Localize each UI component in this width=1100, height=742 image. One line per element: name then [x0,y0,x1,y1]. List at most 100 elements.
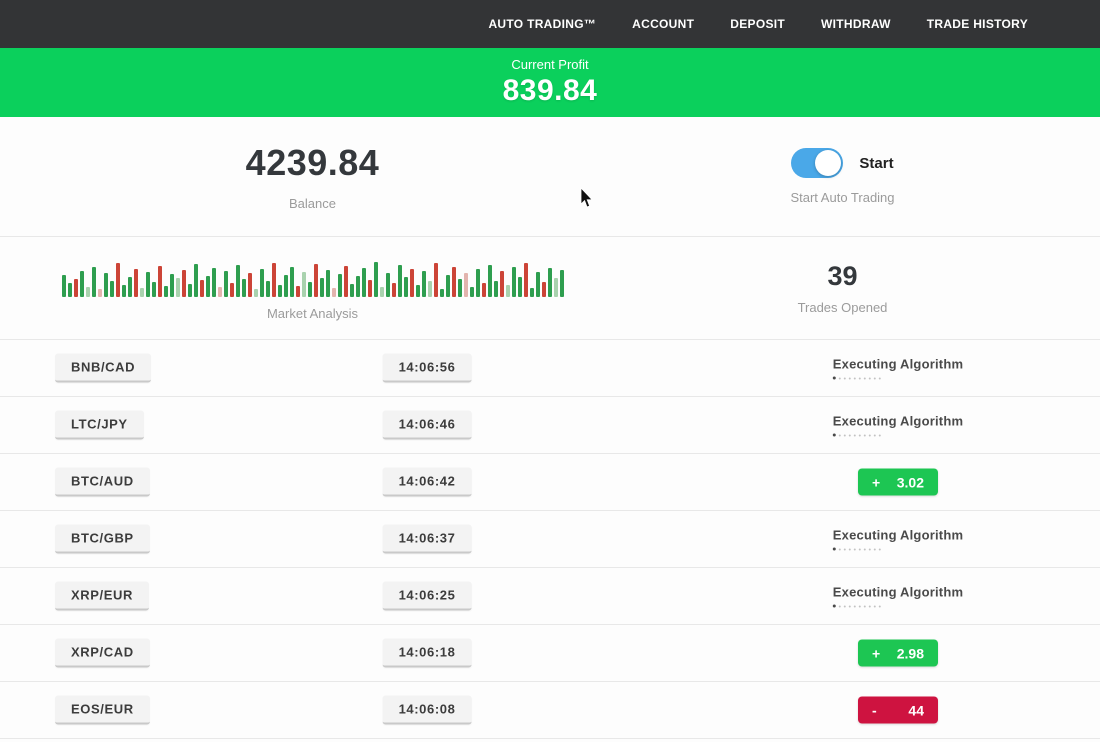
trade-time-pill: 14:06:37 [383,525,472,554]
progress-dots-icon [833,434,963,437]
nav-item-auto-trading[interactable]: AUTO TRADING™ [488,17,596,31]
dot [833,548,836,551]
market-bar [344,266,348,297]
trade-pair-pill: BNB/CAD [55,354,151,383]
trade-status: Executing Algorithm [833,357,963,380]
market-bar [452,267,456,297]
market-bar [446,275,450,297]
market-bar [152,282,156,297]
market-bar [302,272,306,297]
market-bar [164,286,168,297]
executing-algorithm-label: Executing Algorithm [833,414,963,429]
market-bar [362,268,366,297]
market-bar [86,287,90,297]
market-bar [458,279,462,297]
profit-banner-value: 839.84 [503,74,598,108]
trade-result-badge: + 2.98 [858,640,938,667]
trade-row: BNB/CAD 14:06:56 Executing Algorithm [0,340,1100,397]
market-bar [512,267,516,297]
market-bar [218,287,222,297]
toggle-caption: Start Auto Trading [790,190,894,205]
market-bar [422,271,426,297]
market-bar [92,267,96,297]
market-bar [386,273,390,297]
trades-opened-value: 39 [827,261,857,292]
market-analysis-label: Market Analysis [267,306,358,321]
market-bar [248,273,252,297]
market-bar [62,275,66,297]
trade-status: Executing Algorithm [833,528,963,551]
dot [854,605,856,607]
auto-trading-block: Start Start Auto Trading [585,117,1100,236]
trade-status: Executing Algorithm [833,585,963,608]
trade-pair-pill: EOS/EUR [55,696,150,725]
market-bar [188,284,192,297]
trade-status: Executing Algorithm [833,414,963,437]
trade-row: EOS/EUR 14:06:08 - 44 [0,682,1100,739]
balance-value: 4239.84 [246,142,380,184]
nav-item-withdraw[interactable]: WITHDRAW [821,17,891,31]
trade-time-pill: 14:06:18 [383,639,472,668]
dot [839,434,841,436]
market-bar [230,283,234,297]
dot [854,548,856,550]
auto-trading-toggle[interactable] [791,148,843,178]
nav-item-trade-history[interactable]: TRADE HISTORY [927,17,1028,31]
trade-result-value: 44 [908,702,924,718]
dot [833,434,836,437]
dot [844,605,846,607]
market-bar [470,287,474,297]
market-bar [284,275,288,297]
market-bar [368,280,372,297]
dot [844,434,846,436]
nav-item-deposit[interactable]: DEPOSIT [730,17,785,31]
dot [844,548,846,550]
executing-algorithm-label: Executing Algorithm [833,528,963,543]
market-bar [476,269,480,297]
market-section: Market Analysis 39 Trades Opened [0,237,1100,340]
dot [879,434,881,436]
dot [869,434,871,436]
market-bar [116,263,120,297]
trade-pair-pill: BTC/GBP [55,525,150,554]
trade-result-badge: - 44 [858,697,938,724]
market-bar [146,272,150,297]
dot [879,605,881,607]
dot [869,377,871,379]
market-bar [200,280,204,297]
nav-item-account[interactable]: ACCOUNT [632,17,694,31]
market-bar [404,277,408,297]
market-bar [314,264,318,297]
dot [859,377,861,379]
market-bar [500,271,504,297]
market-bar [338,274,342,297]
trades-list: BNB/CAD 14:06:56 Executing Algorithm LTC… [0,340,1100,739]
trade-row: BTC/GBP 14:06:37 Executing Algorithm [0,511,1100,568]
market-bar [518,277,522,297]
market-bar [548,268,552,297]
trade-status: - 44 [858,697,938,724]
market-bar [542,282,546,297]
market-bar [206,276,210,297]
dot [839,548,841,550]
market-bar [212,268,216,297]
market-bar [524,263,528,297]
trade-result-value: 3.02 [897,474,924,490]
market-bar [326,270,330,297]
market-analysis-block: Market Analysis [0,237,585,339]
market-analysis-chart [62,255,564,297]
dot [874,434,876,436]
dot [864,548,866,550]
dot [833,377,836,380]
market-bar [134,269,138,297]
executing-algorithm-label: Executing Algorithm [833,357,963,372]
market-bar [68,283,72,297]
trade-row: XRP/CAD 14:06:18 + 2.98 [0,625,1100,682]
trade-result-badge: + 3.02 [858,469,938,496]
dot [874,605,876,607]
trade-row: XRP/EUR 14:06:25 Executing Algorithm [0,568,1100,625]
market-bar [170,274,174,297]
market-bar [392,283,396,297]
progress-dots-icon [833,377,963,380]
dot [859,605,861,607]
